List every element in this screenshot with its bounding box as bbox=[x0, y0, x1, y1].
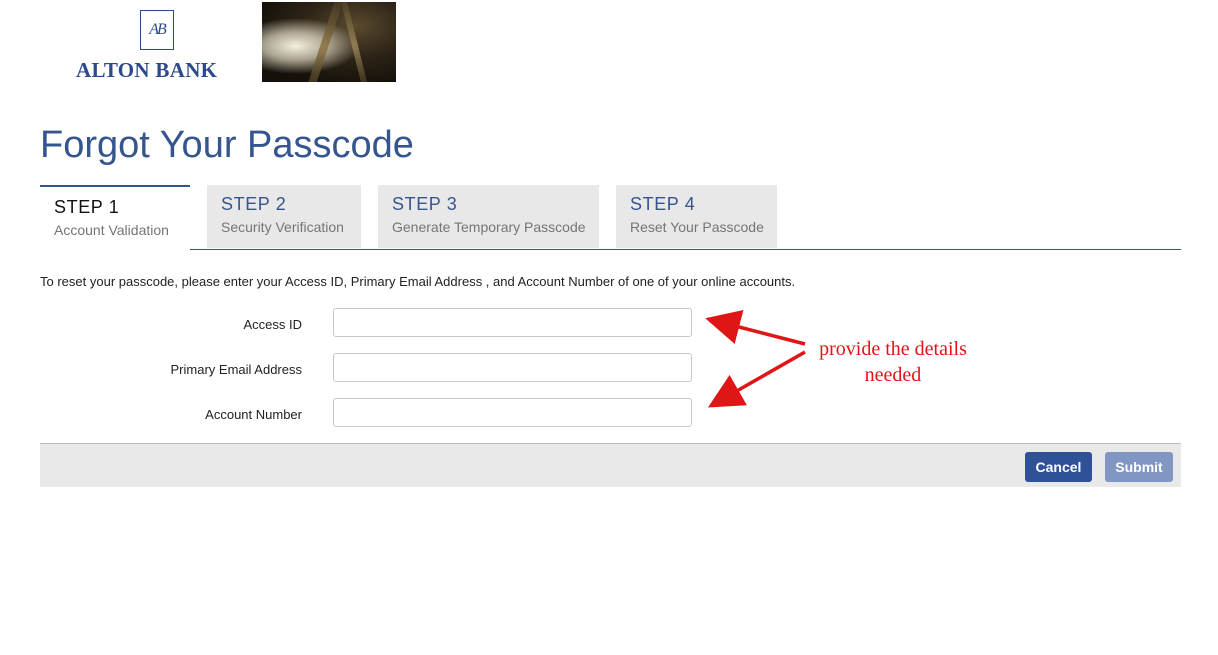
cancel-button[interactable]: Cancel bbox=[1025, 452, 1092, 482]
account-number-input[interactable] bbox=[333, 398, 692, 427]
arrow-to-access-id bbox=[705, 310, 806, 346]
header-photo bbox=[262, 2, 396, 82]
step-4-subtitle: Reset Your Passcode bbox=[630, 219, 764, 235]
step-tabs: STEP 1 Account Validation STEP 2 Securit… bbox=[40, 185, 1181, 250]
step-1-subtitle: Account Validation bbox=[54, 222, 169, 238]
step-3-subtitle: Generate Temporary Passcode bbox=[392, 219, 586, 235]
tab-step-3: STEP 3 Generate Temporary Passcode bbox=[378, 185, 599, 248]
arrow-to-account-number bbox=[707, 350, 806, 408]
tab-step-2: STEP 2 Security Verification bbox=[207, 185, 361, 248]
step-1-title: STEP 1 bbox=[54, 197, 120, 217]
instructions-text: To reset your passcode, please enter you… bbox=[40, 274, 796, 289]
account-number-label: Account Number bbox=[205, 407, 302, 422]
annotation-line-2: needed bbox=[864, 364, 922, 386]
tab-step-1: STEP 1 Account Validation bbox=[40, 185, 190, 250]
logo-monogram: AB bbox=[140, 10, 174, 50]
primary-email-label: Primary Email Address bbox=[170, 362, 302, 377]
access-id-label: Access ID bbox=[243, 317, 302, 332]
submit-button[interactable]: Submit bbox=[1105, 452, 1173, 482]
step-4-title: STEP 4 bbox=[630, 194, 696, 214]
step-2-title: STEP 2 bbox=[221, 194, 287, 214]
page-title: Forgot Your Passcode bbox=[40, 124, 414, 166]
step-3-title: STEP 3 bbox=[392, 194, 458, 214]
annotation-note: provide the details needed bbox=[800, 336, 986, 388]
bank-logo[interactable]: AB ALTON BANK bbox=[76, 8, 244, 82]
forgot-passcode-page: AB ALTON BANK Forgot Your Passcode STEP … bbox=[0, 0, 1218, 655]
annotation-line-1: provide the details bbox=[819, 338, 967, 360]
bank-name: ALTON BANK bbox=[76, 58, 218, 82]
step-2-subtitle: Security Verification bbox=[221, 219, 344, 235]
form-actions-bar: Cancel Submit bbox=[40, 443, 1181, 487]
access-id-input[interactable] bbox=[333, 308, 692, 337]
primary-email-input[interactable] bbox=[333, 353, 692, 382]
tab-step-4: STEP 4 Reset Your Passcode bbox=[616, 185, 777, 248]
